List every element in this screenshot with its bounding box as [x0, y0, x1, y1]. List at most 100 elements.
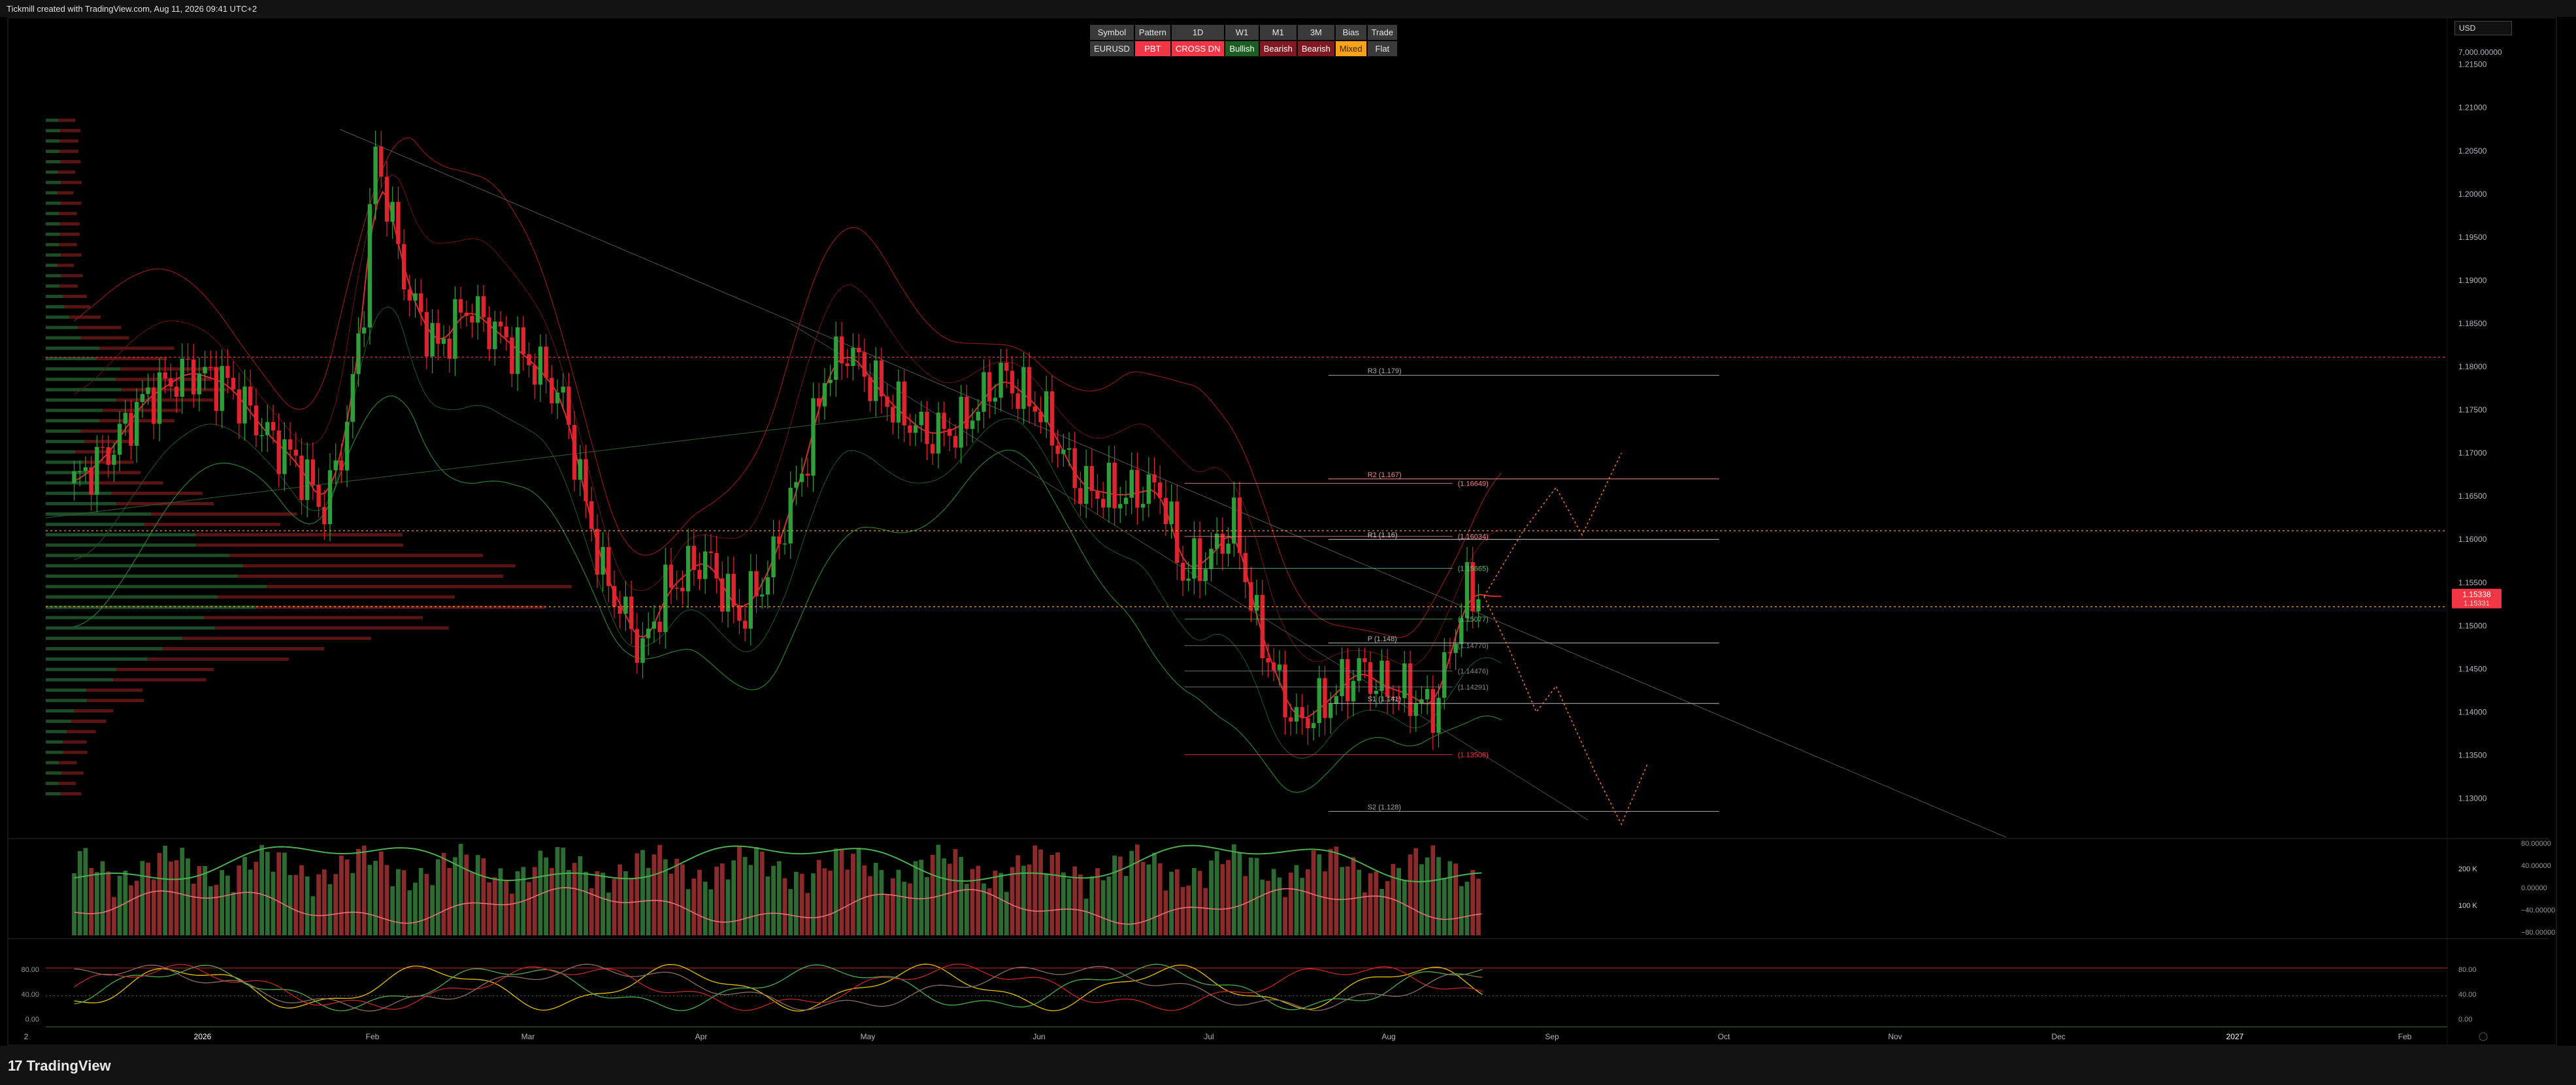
price-tick-label: 1.18500	[2458, 319, 2487, 328]
volume-bar	[1288, 873, 1293, 935]
candle-body	[731, 573, 736, 607]
candle-body	[1158, 482, 1163, 498]
volume-profile-bar	[46, 191, 58, 195]
volume-profile-bar	[58, 761, 77, 765]
volume-bar	[259, 844, 264, 935]
time-axis-label: 2027	[2226, 1032, 2244, 1041]
candle-body	[259, 435, 264, 437]
volume-bar	[367, 865, 372, 935]
candle-body	[180, 358, 184, 397]
price-chart[interactable]: 7,000.00000 1.21500 1.21000 1.20500 1.20000 1…	[0, 17, 2576, 1046]
signal-header-4: M1	[1259, 25, 1296, 40]
volume-bar	[220, 870, 225, 935]
candle-body	[1237, 497, 1242, 553]
candle-body	[839, 336, 844, 363]
volume-bar	[424, 874, 429, 935]
volume-bar	[1294, 865, 1299, 935]
volume-profile-bar	[46, 564, 243, 568]
volume-bar	[925, 877, 929, 935]
volume-profile-bar	[46, 657, 148, 661]
volume-bar	[464, 854, 469, 935]
volume-bar	[845, 869, 850, 935]
candle-body	[356, 333, 361, 375]
level-tag-label: (1.14476)	[1458, 668, 1489, 676]
volume-bar	[401, 870, 406, 935]
volume-profile-bar	[58, 782, 76, 786]
candle-body	[1374, 690, 1378, 694]
volume-bar	[885, 894, 889, 935]
candle-body	[163, 372, 167, 379]
level-tag-label: (1.15665)	[1458, 565, 1489, 573]
level-tag-label: (1.16034)	[1458, 533, 1489, 541]
volume-profile-bar	[46, 719, 71, 723]
candle-body	[225, 365, 230, 378]
candle-body	[1254, 595, 1259, 611]
volume-profile-bar	[46, 543, 196, 547]
candle-body	[140, 393, 145, 403]
volume-profile-bar	[87, 699, 144, 703]
price-tick-label: 1.17500	[2458, 405, 2487, 414]
volume-bar	[1032, 845, 1038, 935]
volume-bar	[1328, 848, 1333, 935]
volume-bar	[361, 845, 367, 935]
time-axis-label: May	[861, 1032, 876, 1041]
volume-bar	[94, 872, 99, 935]
candle-body	[1277, 664, 1282, 671]
volume-bar	[1385, 881, 1390, 935]
volume-bar	[1464, 881, 1470, 935]
candle-body	[1334, 696, 1339, 704]
candle-body	[567, 386, 571, 426]
candle-body	[186, 358, 190, 360]
tradingview-logo[interactable]: 17 TradingView	[8, 1058, 111, 1075]
volume-bar	[1061, 872, 1066, 935]
volume-profile-bar	[63, 750, 88, 754]
price-tick-label: 1.21500	[2458, 60, 2487, 69]
volume-bar	[930, 854, 935, 935]
volume-profile-bar	[46, 595, 218, 599]
candle-body	[970, 420, 975, 429]
volume-bar	[1123, 876, 1129, 935]
candle-body	[396, 201, 401, 244]
volume-profile-bar	[46, 222, 60, 226]
volume-bar	[356, 848, 361, 935]
price-tick-label: 1.20000	[2458, 190, 2487, 199]
volume-bar	[851, 854, 855, 935]
candle-body	[248, 386, 253, 406]
oscillator-left-label: 40.00	[21, 991, 39, 999]
candle-body	[271, 422, 276, 431]
candle-body	[1044, 391, 1049, 422]
candle-body	[948, 429, 952, 436]
candle-body	[891, 407, 895, 423]
candle-body	[1101, 499, 1106, 508]
volume-bar	[1300, 878, 1305, 935]
volume-bar	[299, 865, 304, 935]
currency-selector[interactable]: USD	[2454, 21, 2512, 35]
price-tick-label: 1.18000	[2458, 362, 2487, 371]
volume-bar	[794, 871, 799, 935]
volume-bar	[561, 847, 566, 935]
candle-body	[1209, 548, 1214, 569]
volume-bar	[635, 853, 640, 935]
candle-body	[458, 299, 463, 313]
chart-area[interactable]: 7,000.00000 1.21500 1.21000 1.20500 1.20000 1…	[0, 17, 2576, 1046]
candle-body	[1425, 689, 1430, 699]
volume-bar	[1413, 848, 1419, 935]
volume-bar	[191, 884, 196, 935]
volume-bar	[254, 861, 259, 935]
volume-profile-bar	[57, 191, 74, 195]
volume-axis-label: 200 K	[2458, 865, 2477, 873]
volume-bar	[1186, 885, 1191, 935]
volume-bar	[584, 871, 588, 935]
volume-profile-bar	[46, 729, 67, 733]
volume-bar	[1453, 863, 1458, 935]
candle-body	[902, 381, 906, 426]
candle-body	[1083, 465, 1089, 504]
volume-profile-bar	[59, 212, 77, 216]
volume-profile-bar	[46, 242, 59, 246]
candle-body	[1140, 503, 1146, 508]
volume-bar	[669, 873, 674, 935]
candle-body	[674, 588, 679, 589]
volume-bar	[1004, 892, 1009, 935]
volume-bar	[453, 857, 457, 935]
candle-body	[1089, 465, 1094, 492]
